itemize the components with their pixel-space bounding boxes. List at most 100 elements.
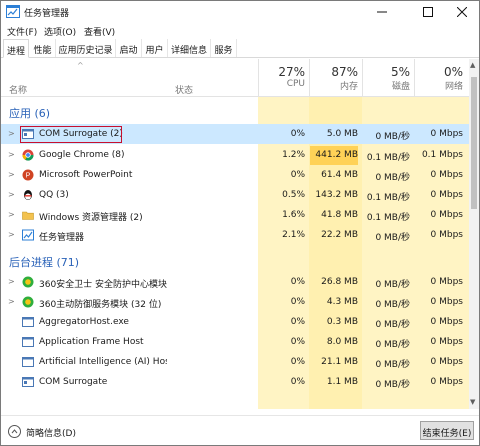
title-bar[interactable]: 任务管理器 [1,1,479,23]
vertical-scrollbar[interactable]: ▲ ▼ [469,59,479,409]
process-cpu: 0% [290,317,305,327]
process-network: 0 Mbps [430,190,463,200]
menu-options[interactable]: 选项(O) [44,25,76,38]
process-cpu: 0% [290,337,305,347]
tab-services[interactable]: 服务 [211,39,237,57]
expand-chevron-icon[interactable]: > [8,210,15,219]
fewer-details-link[interactable]: 简略信息(D) [26,426,76,439]
process-name: 360安全卫士 安全防护中心模块 ... [39,280,167,290]
process-row[interactable]: Application Frame Host 0% 8.0 MB 0 MB/秒 … [1,332,469,352]
column-name[interactable]: 名称 [9,83,27,96]
scroll-down-arrow-icon[interactable]: ▼ [470,398,475,406]
expand-chevron-icon[interactable]: > [8,170,15,179]
column-network[interactable]: 0% 网络 [415,65,463,92]
process-row[interactable]: > 任务管理器 2.1% 22.2 MB 0 MB/秒 0 Mbps [1,225,469,245]
qq-icon [24,190,32,200]
process-list: 应用 (6) > COM Surrogate (2) 0% 5.0 MB 0 M… [1,97,469,409]
tab-details[interactable]: 详细信息 [168,39,211,57]
process-network: 0 Mbps [430,230,463,240]
tab-users[interactable]: 用户 [142,39,168,57]
process-row[interactable]: > Google Chrome (8) 1.2% 441.2 MB 0.1 MB… [1,145,469,165]
process-memory: 26.8 MB [321,277,358,287]
process-disk: 0.1 MB/秒 [366,213,410,223]
process-cpu: 0% [290,277,305,287]
process-row[interactable]: > 360安全卫士 安全防护中心模块 ... 0% 26.8 MB 0 MB/秒… [1,272,469,292]
maximize-button[interactable] [409,1,447,23]
column-status[interactable]: 状态 [175,83,193,96]
process-disk: 0 MB/秒 [375,380,410,390]
process-cpu: 1.2% [282,150,305,160]
scroll-up-arrow-icon[interactable]: ▲ [470,61,475,69]
task-manager-app-icon [6,5,20,18]
disk-label: 磁盘 [391,82,410,92]
menu-view[interactable]: 查看(V) [84,25,115,38]
process-row[interactable]: > 360主动防御服务模块 (32 位) 0% 4.3 MB 0 MB/秒 0 … [1,292,469,312]
tab-processes[interactable]: 进程 [3,39,29,58]
process-network: 0 Mbps [430,357,463,367]
end-task-button[interactable]: 结束任务(E) [420,421,474,440]
tab-performance[interactable]: 性能 [30,39,56,57]
process-disk: 0 MB/秒 [375,132,410,142]
process-row[interactable]: > QQ (3) 0.5% 143.2 MB 0.1 MB/秒 0 Mbps [1,185,469,205]
process-disk: 0 MB/秒 [375,340,410,350]
column-memory[interactable]: 87% 内存 [310,65,358,92]
process-name: Application Frame Host [39,337,144,347]
expand-chevron-icon[interactable]: > [8,297,15,306]
exe-icon [22,317,34,327]
expand-chevron-icon[interactable]: > [8,277,15,286]
process-cpu: 2.1% [282,230,305,240]
column-header: ^ 名称 状态 27% CPU 87% 内存 5% 磁盘 0% 网络 [1,59,469,97]
tab-app-history[interactable]: 应用历史记录 [56,39,116,57]
menu-file[interactable]: 文件(F) [7,25,37,38]
expand-chevron-icon[interactable]: > [8,230,15,239]
explorer-icon [22,211,34,220]
process-row[interactable]: COM Surrogate 0% 1.1 MB 0 MB/秒 0 Mbps [1,372,469,392]
selection-highlight-box [20,126,122,143]
chevron-up-circle-icon[interactable] [8,425,21,438]
process-memory: 22.2 MB [321,230,358,240]
column-disk[interactable]: 5% 磁盘 [363,65,410,92]
process-network: 0 Mbps [430,277,463,287]
network-label: 网络 [444,82,463,92]
360-defense-icon [22,296,34,308]
maximize-icon [423,7,433,17]
process-row[interactable]: > P Microsoft PowerPoint 0% 61.4 MB 0 MB… [1,165,469,185]
close-button[interactable] [443,1,479,23]
process-network: 0 Mbps [430,170,463,180]
cpu-total: 27% [278,65,305,79]
process-network: 0 Mbps [430,210,463,220]
expand-chevron-icon[interactable]: > [8,129,15,138]
tab-strip: 进程 性能 应用历史记录 启动 用户 详细信息 服务 [1,39,479,58]
process-name: COM Surrogate [39,377,108,387]
process-cpu: 0% [290,170,305,180]
memory-label: 内存 [339,82,358,92]
exe-icon [22,337,34,347]
process-row[interactable]: AggregatorHost.exe 0% 0.3 MB 0 MB/秒 0 Mb… [1,312,469,332]
process-name: Artificial Intelligence (AI) Host f... [39,357,167,367]
process-disk: 0.1 MB/秒 [366,193,410,203]
process-cpu: 0% [290,377,305,387]
disk-total: 5% [390,65,410,79]
process-network: 0.1 Mbps [421,150,463,160]
exe-icon [22,357,34,367]
360-shield-icon [22,276,34,288]
column-cpu[interactable]: 27% CPU [259,65,305,89]
process-memory: 5.0 MB [326,129,358,139]
process-row[interactable]: > Windows 资源管理器 (2) 1.6% 41.8 MB 0.1 MB/… [1,205,469,225]
process-disk: 0 MB/秒 [375,173,410,183]
expand-chevron-icon[interactable]: > [8,190,15,199]
process-disk: 0 MB/秒 [375,300,410,310]
process-memory: 441.2 MB [310,146,358,165]
window-title: 任务管理器 [24,9,70,19]
scrollbar-thumb[interactable] [471,77,477,209]
process-network: 0 Mbps [430,337,463,347]
expand-chevron-icon[interactable]: > [8,150,15,159]
process-disk: 0 MB/秒 [375,233,410,243]
cpu-label: CPU [286,79,305,89]
tab-startup[interactable]: 启动 [116,39,142,57]
process-row[interactable]: Artificial Intelligence (AI) Host f... 0… [1,352,469,372]
minimize-button[interactable] [363,1,401,23]
process-row[interactable]: > COM Surrogate (2) 0% 5.0 MB 0 MB/秒 0 M… [1,124,469,144]
minimize-icon [377,11,387,13]
process-disk: 0.1 MB/秒 [366,153,410,163]
